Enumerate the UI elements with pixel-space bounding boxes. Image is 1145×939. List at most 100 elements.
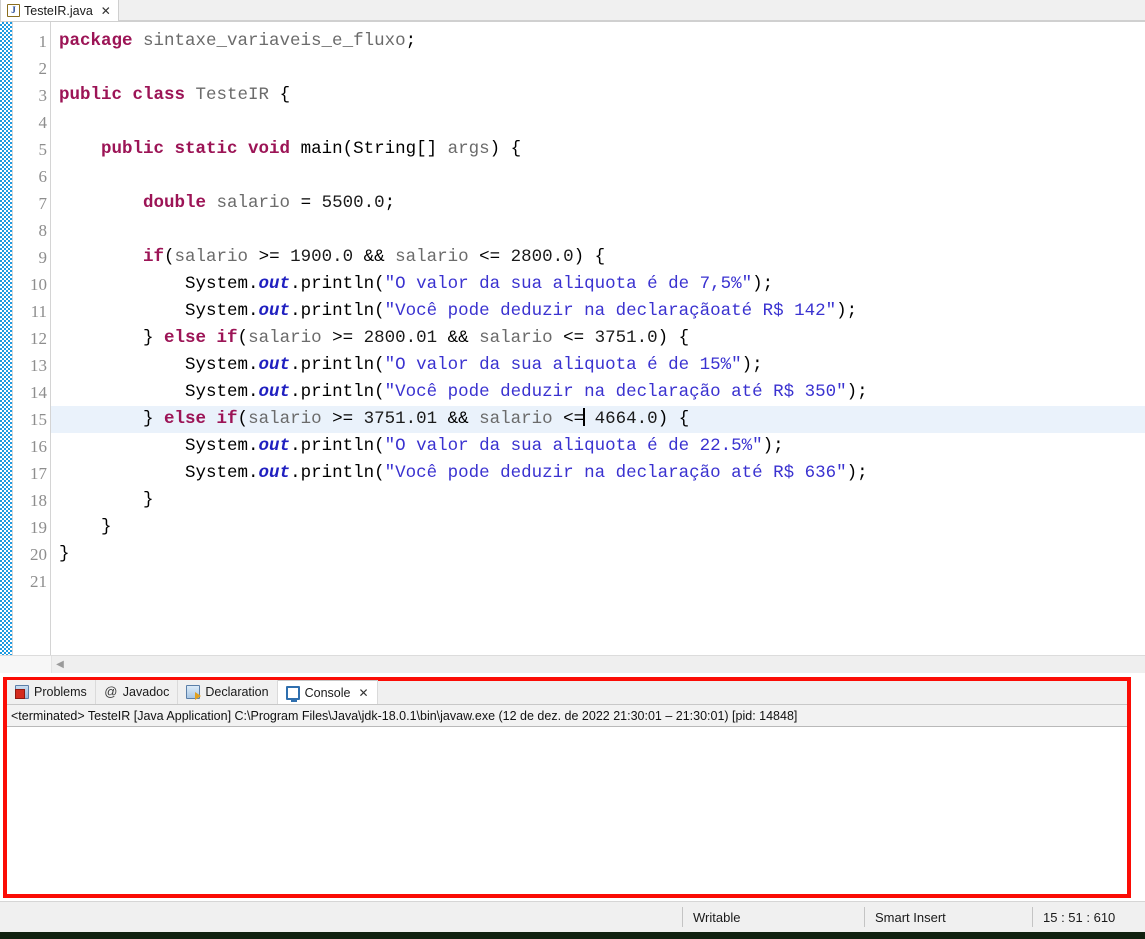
code-line-16[interactable]: System.out.println("O valor da sua aliqu… [51,433,1145,460]
code-line-18[interactable]: } [51,487,1145,514]
code-line-13[interactable]: System.out.println("O valor da sua aliqu… [51,352,1145,379]
status-insert-mode: Smart Insert [864,907,1032,927]
code-line-7[interactable]: double salario = 5500.0; [51,190,1145,217]
code-line-4[interactable] [51,109,1145,136]
code-token: "O valor da sua aliquota é de 15%" [384,355,742,375]
console-process-info: <terminated> TesteIR [Java Application] … [7,705,1127,727]
console-tab-problems[interactable]: Problems [7,680,96,704]
line-number-17: 17 [30,464,47,483]
console-tab-javadoc[interactable]: @ Javadoc [95,680,179,704]
code-token: salario [248,409,322,429]
code-line-21[interactable] [51,568,1145,595]
code-token: salario [395,247,469,267]
code-line-11[interactable]: System.out.println("Você pode deduzir na… [51,298,1145,325]
close-icon[interactable]: ✕ [358,686,368,700]
code-token: .println( [290,463,385,483]
line-number-15: 15 [30,410,47,429]
line-number-4: 4 [38,113,48,132]
code-token: 2800.0 [510,247,574,267]
editor-tab-testeir-java[interactable]: J TesteIR.java ✕ [0,0,119,21]
code-token: salario [216,193,291,213]
console-tab-declaration[interactable]: Declaration [178,680,278,704]
code-token: ); [836,301,858,321]
code-token: 2800.01 [363,328,438,348]
code-line-8[interactable] [51,217,1145,244]
code-line-17[interactable]: System.out.println("Você pode deduzir na… [51,460,1145,487]
code-token: ) { [573,247,606,267]
code-token: double [143,193,207,213]
code-token: package [59,31,133,51]
code-line-3[interactable]: public class TesteIR { [51,82,1145,109]
code-editor[interactable]: 123456789101112131415161718192021 packag… [0,22,1145,655]
scroll-left-arrow-icon[interactable]: ◀ [52,656,68,673]
code-text-area[interactable]: package sintaxe_variaveis_e_fluxo; publi… [51,22,1145,655]
code-token: salario [479,409,553,429]
code-token: ( [237,328,249,348]
code-line-12[interactable]: } else if(salario >= 2800.01 && salario … [51,325,1145,352]
line-number-1: 1 [38,32,48,51]
code-token: 3751.0 [594,328,658,348]
code-line-6[interactable] [51,163,1145,190]
code-token: salario [248,328,322,348]
code-token: ) { [489,139,522,159]
scrollbar-track[interactable] [68,656,1145,673]
code-token: } [59,517,112,537]
close-icon[interactable]: ✕ [101,5,111,17]
code-token: .println( [290,436,385,456]
code-line-14[interactable]: System.out.println("Você pode deduzir na… [51,379,1145,406]
line-number-5: 5 [13,136,62,163]
javadoc-icon: @ [104,684,118,699]
console-output-area[interactable] [7,727,1127,894]
code-token: && [437,328,480,348]
console-tab-console[interactable]: Console ✕ [277,680,378,704]
console-tab-label: Problems [34,685,87,699]
code-token: else if [164,409,238,429]
editor-horizontal-scrollbar[interactable]: ◀ [0,655,1145,673]
code-line-20[interactable]: } [51,541,1145,568]
code-token: out [258,301,291,321]
code-token: out [258,463,291,483]
console-tab-label: Console [304,685,351,700]
status-bar: Writable Smart Insert 15 : 51 : 610 [0,901,1145,932]
line-number-8: 8 [38,221,48,240]
line-number-18: 18 [30,491,47,510]
code-token: else if [164,328,238,348]
code-token: <= [552,409,585,429]
code-token: System. [59,436,259,456]
code-token: "Você pode deduzir na declaração até R$ … [384,463,847,483]
console-tab-label: Declaration [205,685,269,699]
annotation-ruler[interactable] [0,22,13,655]
code-token: System. [59,274,259,294]
code-token: ; [384,193,396,213]
code-line-15[interactable]: } else if(salario >= 3751.01 && salario … [51,406,1145,433]
code-token: System. [59,382,259,402]
line-number-19: 19 [30,518,47,537]
scrollbar-gutter-spacer [0,656,52,673]
code-token: out [258,355,291,375]
code-token: ); [762,436,784,456]
code-token: .println( [290,301,385,321]
line-number-gutter: 123456789101112131415161718192021 [13,22,62,655]
tab-strip-filler [118,1,1145,21]
code-token: out [258,382,291,402]
code-token: salario [174,247,249,267]
line-number-7: 7 [38,194,48,213]
code-token: } [59,490,154,510]
code-line-19[interactable]: } [51,514,1145,541]
code-line-5[interactable]: public static void main(String[] args) { [51,136,1145,163]
code-line-1[interactable]: package sintaxe_variaveis_e_fluxo; [51,28,1145,55]
code-line-10[interactable]: System.out.println("O valor da sua aliqu… [51,271,1145,298]
code-token: "O valor da sua aliquota é de 7,5%" [384,274,753,294]
code-line-9[interactable]: if(salario >= 1900.0 && salario <= 2800.… [51,244,1145,271]
line-number-12: 12 [30,329,47,348]
code-token: <= [468,247,511,267]
code-token: ) { [657,328,690,348]
code-line-2[interactable] [51,55,1145,82]
line-number-10: 10 [30,275,47,294]
code-token: ); [846,463,868,483]
